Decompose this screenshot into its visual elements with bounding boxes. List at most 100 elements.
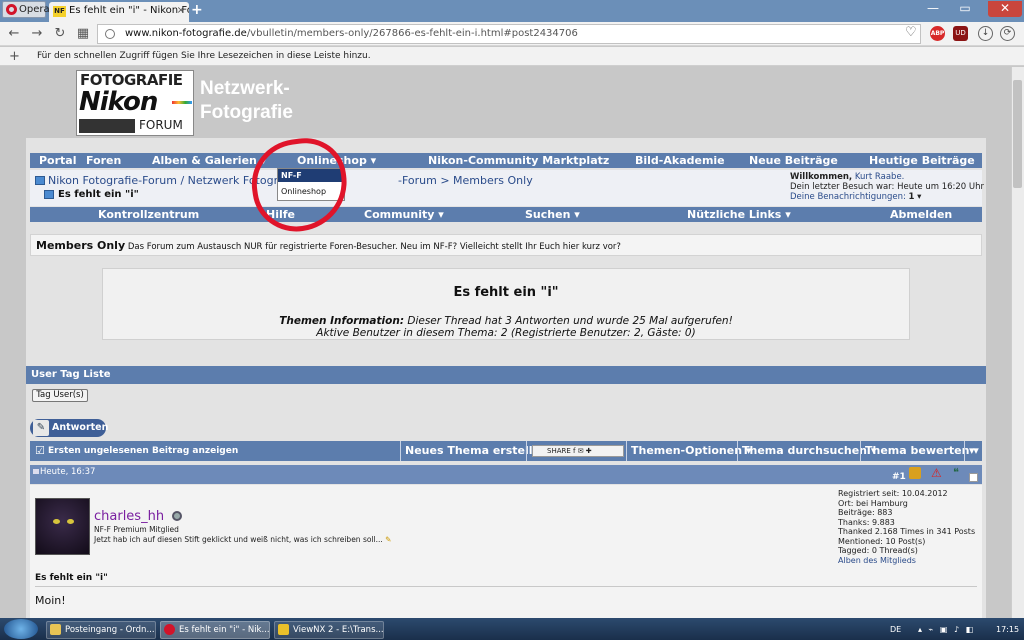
clock[interactable]: 17:15 — [996, 619, 1019, 640]
user-title: NF-F Premium Mitglied — [94, 525, 179, 534]
nav-community[interactable]: Community ▾ — [364, 207, 444, 222]
task3-label: ViewNX 2 - E:\Trans... — [293, 625, 384, 635]
nav-neue-beitraege[interactable]: Neue Beiträge — [749, 153, 838, 168]
stat-tagged: Tagged: 0 Thread(s) — [838, 546, 918, 555]
cat-eye — [67, 519, 74, 524]
forum-home-icon — [35, 176, 45, 185]
share-button[interactable]: SHARE f ✉ ✚ — [532, 445, 624, 457]
taskbar-item-viewnx[interactable]: ViewNX 2 - E:\Trans... — [274, 621, 384, 639]
welcome-greeting: Willkommen, — [790, 172, 853, 182]
thread-search-label: Thema durchsuchen — [742, 444, 868, 457]
taskbar-item-opera[interactable]: Es fehlt ein "i" - Nik... — [160, 621, 270, 639]
reply-button[interactable]: ✎ Antworten — [30, 419, 109, 437]
first-unread-link[interactable]: Ersten ungelesenen Beitrag anzeigen — [48, 441, 238, 461]
thread-search-menu[interactable]: Thema durchsuchen ▾ — [742, 441, 876, 461]
nav-foren[interactable]: Foren — [86, 153, 121, 168]
language-indicator[interactable]: DE — [890, 619, 901, 640]
tab-close-icon[interactable]: × — [177, 2, 185, 20]
adblock-extension-icon[interactable]: ABP — [930, 26, 945, 41]
nav-links-label: Nützliche Links — [687, 208, 782, 221]
add-bookmark-icon[interactable]: + — [9, 47, 20, 66]
stat-thanks: Thanks: 9.883 — [838, 517, 895, 527]
reply-label: Antworten — [52, 422, 109, 433]
thread-rate-menu[interactable]: Thema bewerten ▾ — [865, 441, 979, 461]
taskbar-item-mail[interactable]: Posteingang - Ordn... — [46, 621, 156, 639]
welcome-user-link[interactable]: Kurt Raabe. — [855, 172, 905, 182]
nav-marktplatz[interactable]: Nikon-Community Marktplatz — [428, 153, 609, 168]
user-stats: Registriert seit: 10.04.2012 Ort: bei Ha… — [838, 489, 975, 565]
url-domain: www.nikon-fotografie.de — [125, 28, 247, 39]
speed-dial-icon[interactable]: ▦ — [74, 25, 92, 43]
nav-portal[interactable]: Portal — [39, 153, 77, 168]
stat-posts: Beiträge: 883 — [838, 508, 893, 517]
thread-options-menu[interactable]: Themen-Optionen ▾ — [631, 441, 751, 461]
viewnx-app-icon — [278, 624, 289, 635]
post-username[interactable]: charles_hh — [94, 509, 164, 524]
minimize-button[interactable]: — — [920, 1, 946, 17]
nav-alben[interactable]: Alben & Galerien ▾ — [152, 153, 266, 168]
color-bar-icon — [172, 101, 192, 104]
back-arrow-icon[interactable]: ← — [5, 25, 23, 43]
chevron-down-icon[interactable]: ▾ — [917, 192, 921, 202]
albums-link[interactable]: Alben des Mitglieds — [838, 556, 975, 566]
new-tab-button[interactable]: + — [191, 3, 205, 17]
nav-kontrollzentrum[interactable]: Kontrollzentrum — [98, 207, 199, 222]
nav-abmelden[interactable]: Abmelden — [890, 207, 952, 222]
post-time: Heute, 16:37 — [40, 467, 96, 477]
reload-icon[interactable]: ↻ — [51, 25, 69, 43]
close-window-button[interactable]: ✕ — [988, 1, 1022, 17]
toolbar-divider — [737, 441, 738, 461]
avatar[interactable] — [35, 498, 90, 555]
tray-icons[interactable]: ▴ ⌁ ▣ ♪ ◧ — [918, 619, 975, 640]
site-logo[interactable]: FOTOGRAFIE Nikon FORUM — [76, 70, 194, 136]
notifications-link[interactable]: Deine Benachrichtigungen: — [790, 192, 906, 202]
nav-heutige-beitraege[interactable]: Heutige Beiträge — [869, 153, 975, 168]
browser-tab-active[interactable]: NF Es fehlt ein "i" - Nikon Fot × — [49, 2, 189, 22]
stat-location: Ort: bei Hamburg — [838, 498, 908, 508]
site-name-line2: Fotografie — [200, 102, 293, 123]
mail-app-icon — [50, 624, 61, 635]
last-visit-text: Dein letzter Besuch war: Heute um 16:20 … — [790, 182, 985, 192]
post-icon — [33, 469, 39, 474]
user-status-text: Jetzt hab ich auf diesen Stift geklickt … — [94, 535, 383, 544]
quote-icon[interactable]: ❝ — [953, 467, 965, 479]
opera-menu-label: Opera — [19, 4, 50, 15]
opera-menu-button[interactable]: Opera — [2, 1, 50, 18]
nav-community-label: Community — [364, 208, 435, 221]
online-status-icon — [172, 511, 182, 521]
stat-registered: Registriert seit: 10.04.2012 — [838, 489, 948, 498]
scrollbar-thumb[interactable] — [1013, 80, 1022, 188]
social-icons: f ✉ ✚ — [573, 447, 592, 455]
task2-label: Es fehlt ein "i" - Nik... — [179, 625, 270, 635]
cat-eye — [53, 519, 60, 524]
stat-mentioned: Mentioned: 10 Post(s) — [838, 536, 926, 546]
forward-arrow-icon[interactable]: → — [28, 25, 46, 43]
share-label: SHARE — [547, 447, 571, 455]
bookmark-heart-icon[interactable]: ♡ — [905, 25, 917, 40]
extension-icon[interactable]: UD — [953, 26, 968, 41]
maximize-button[interactable]: ▭ — [952, 1, 978, 17]
site-name-line1: Netzwerk- — [200, 78, 290, 99]
pencil-icon[interactable]: ✎ — [385, 535, 391, 544]
toolbar-divider — [400, 441, 401, 461]
nav-suchen[interactable]: Suchen ▾ — [525, 207, 580, 222]
toolbar-more-icon[interactable]: ▾ — [969, 441, 975, 461]
address-bar[interactable]: www.nikon-fotografie.de/vbulletin/member… — [97, 24, 921, 44]
nav-nuetzliche-links[interactable]: Nützliche Links ▾ — [687, 207, 791, 222]
tag-users-button[interactable]: Tag User(s) — [32, 389, 88, 402]
download-icon[interactable]: ↓ — [978, 26, 993, 41]
thread-options-label: Themen-Optionen — [631, 444, 743, 457]
bookmarks-hint: Für den schnellen Zugriff fügen Sie Ihre… — [37, 51, 371, 61]
start-button[interactable] — [4, 619, 38, 639]
multiquote-checkbox[interactable] — [969, 473, 978, 482]
thread-info-label: Themen Information: — [279, 315, 405, 327]
toolbar-divider — [860, 441, 861, 461]
film-strip-icon — [79, 119, 135, 133]
thanks-icon[interactable] — [909, 467, 921, 479]
post-number-link[interactable]: #1 — [892, 470, 906, 484]
pencil-icon: ✎ — [33, 420, 49, 436]
nav-akademie[interactable]: Bild-Akademie — [635, 153, 725, 168]
breadcrumb-members-only[interactable]: -Forum > Members Only — [398, 174, 533, 187]
report-warning-icon[interactable]: ⚠ — [931, 467, 943, 479]
sync-icon[interactable]: ⟳ — [1000, 26, 1015, 41]
